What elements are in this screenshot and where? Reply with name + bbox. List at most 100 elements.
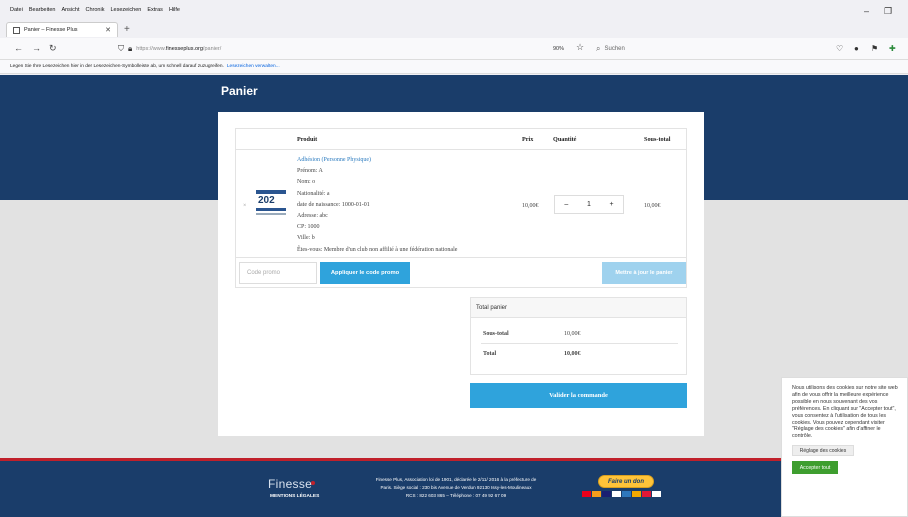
- reload-icon[interactable]: ↻: [49, 43, 57, 54]
- item-price: 10,00€: [522, 203, 539, 209]
- thumb-bar: [256, 190, 286, 194]
- maestro-icon: [592, 491, 601, 497]
- extension-icon[interactable]: ⚑: [871, 44, 878, 53]
- bank-card-icon: [642, 491, 651, 497]
- quantity-stepper: – 1 +: [554, 195, 624, 214]
- page-content: Panier Produit Prix Quantité Sous-total …: [0, 75, 908, 517]
- accept-all-button[interactable]: Accepter tout: [792, 461, 838, 475]
- detail-cp: CP: 1000: [297, 224, 320, 231]
- minus-button[interactable]: –: [564, 201, 568, 208]
- bookmark-star-icon[interactable]: ☆: [576, 42, 584, 53]
- footer-info-line: Finesse Plus, Association loi de 1901, d…: [375, 477, 537, 482]
- cart-table-header: Produit Prix Quantité Sous-total: [236, 129, 686, 150]
- tab-panier[interactable]: Panier – Finesse Plus ✕: [6, 22, 118, 37]
- donate-button[interactable]: Faire un don: [598, 475, 654, 488]
- apply-coupon-button[interactable]: Appliquer le code promo: [320, 262, 410, 284]
- mastercard-icon: [582, 491, 591, 497]
- finesse-logo[interactable]: Finesse: [268, 477, 312, 491]
- update-cart-button[interactable]: Mettre à jour le panier: [602, 262, 686, 284]
- checkout-button[interactable]: Valider la commande: [470, 383, 687, 408]
- url-bar[interactable]: ⛉ 🔒︎ https://www.finesseplus.org/panier/: [118, 42, 588, 56]
- navigation-bar: ← → ↻ ⛉ 🔒︎ https://www.finesseplus.org/p…: [0, 38, 908, 60]
- forward-icon[interactable]: →: [32, 43, 41, 53]
- search-icon: ⌕: [596, 44, 601, 53]
- close-tab-icon[interactable]: ✕: [105, 26, 111, 34]
- column-quantity: Quantité: [553, 136, 577, 143]
- cart-totals: Total panier Sous-total 10,00€ Total 10,…: [470, 297, 687, 375]
- column-subtotal: Sous-total: [644, 136, 671, 143]
- remove-item-icon[interactable]: ×: [243, 203, 246, 209]
- quantity-value[interactable]: 1: [587, 201, 591, 208]
- cart-card: Produit Prix Quantité Sous-total × 202 A…: [218, 112, 704, 436]
- extension-puzzle-icon[interactable]: ✚: [889, 44, 896, 53]
- plus-button[interactable]: +: [610, 201, 614, 208]
- cookie-banner: Nous utilisons des cookies sur notre sit…: [781, 377, 908, 517]
- search-input[interactable]: ⌕ Suchen: [596, 44, 625, 54]
- footer-info-line: Paris. Siège social : 230 bis Avenue de …: [380, 485, 532, 490]
- menu-bearbeiten[interactable]: Bearbeiten: [29, 7, 56, 13]
- menu-extras[interactable]: Extras: [147, 7, 163, 13]
- cart-totals-title: Total panier: [471, 298, 686, 318]
- totals-subtotal-label: Sous-total: [483, 331, 509, 337]
- amex-icon: [622, 491, 631, 497]
- coupon-input[interactable]: Code promo: [239, 262, 317, 284]
- back-icon[interactable]: ←: [14, 43, 23, 53]
- table-row: × 202 Adhésion (Personne Physique) Préno…: [236, 150, 686, 258]
- footer: Finesse MENTIONS LÉGALES Finesse Plus, A…: [0, 461, 908, 517]
- tab-bar: Panier – Finesse Plus ✕ +: [0, 20, 908, 38]
- manage-bookmarks-link[interactable]: Lesezeichen verwalten...: [227, 64, 280, 69]
- search-placeholder: Suchen: [604, 46, 625, 52]
- totals-subtotal-row: Sous-total 10,00€: [481, 324, 678, 344]
- thumb-bar: [256, 213, 286, 215]
- thumb-year: 202: [258, 195, 275, 206]
- thumb-bar: [256, 208, 286, 211]
- bookmarks-toolbar: Legen Sie Ihre Lesezeichen hier in der L…: [0, 60, 908, 74]
- menu-hilfe[interactable]: Hilfe: [169, 7, 180, 13]
- detail-ville: Ville: b: [297, 235, 315, 242]
- tab-title: Panier – Finesse Plus: [24, 27, 78, 33]
- visa-icon: [602, 491, 611, 497]
- cookie-text: Nous utilisons des cookies sur notre sit…: [792, 385, 898, 440]
- pocket-icon[interactable]: ♡: [836, 44, 843, 53]
- discover-icon: [632, 491, 641, 497]
- lock-icon[interactable]: 🔒︎: [128, 44, 132, 54]
- totals-subtotal-value: 10,00€: [564, 331, 581, 337]
- detail-adresse: Adresse: abc: [297, 213, 328, 220]
- totals-total-label: Total: [483, 351, 497, 357]
- item-subtotal: 10,00€: [644, 203, 661, 209]
- restore-icon[interactable]: ❐: [884, 6, 892, 17]
- totals-total-value: 10,00€: [564, 351, 581, 357]
- footer-info: Finesse Plus, Association loi de 1901, d…: [352, 476, 560, 500]
- column-product: Produit: [297, 136, 318, 143]
- totals-total-row: Total 10,00€: [481, 344, 678, 364]
- menu-chronik[interactable]: Chronik: [86, 7, 105, 13]
- account-icon[interactable]: ●: [854, 44, 859, 53]
- zoom-level[interactable]: 90%: [553, 46, 564, 52]
- product-details: Adhésion (Personne Physique) Prénom: A N…: [297, 155, 457, 256]
- payment-cards: [582, 491, 662, 497]
- bookmarks-hint: Legen Sie Ihre Lesezeichen hier in der L…: [10, 64, 224, 69]
- menu-datei[interactable]: Datei: [10, 7, 23, 13]
- product-name-link[interactable]: Adhésion (Personne Physique): [297, 155, 457, 166]
- cart-table: Produit Prix Quantité Sous-total × 202 A…: [235, 128, 687, 288]
- detail-prenom: Prénom: A: [297, 168, 323, 175]
- page-title: Panier: [221, 84, 258, 98]
- column-price: Prix: [522, 136, 534, 143]
- detail-nationalite: Nationalité: a: [297, 190, 330, 197]
- url-text: https://www.finesseplus.org/panier/: [136, 46, 222, 52]
- footer-info-line: RCS : 822 603 865 – Téléphone : 07 49 92…: [405, 493, 507, 498]
- page-icon: [13, 26, 20, 34]
- logo-dot-icon: [311, 481, 315, 485]
- menu-ansicht[interactable]: Ansicht: [61, 7, 79, 13]
- menu-lesezeichen[interactable]: Lesezeichen: [110, 7, 141, 13]
- detail-date-naissance: date de naissance: 1000-01-01: [297, 201, 370, 208]
- coupon-placeholder: Code promo: [247, 270, 281, 276]
- legal-link[interactable]: MENTIONS LÉGALES: [270, 494, 319, 499]
- detail-etes-vous: Êtes-vous: Membre d'un club non affilié …: [297, 246, 458, 253]
- product-thumbnail[interactable]: 202: [256, 187, 286, 219]
- minimize-icon[interactable]: –: [864, 6, 869, 16]
- cookie-settings-button[interactable]: Réglage des cookies: [792, 445, 854, 457]
- shield-icon[interactable]: ⛉: [118, 44, 124, 54]
- new-tab-icon[interactable]: +: [124, 24, 130, 35]
- detail-nom: Nom: o: [297, 179, 316, 186]
